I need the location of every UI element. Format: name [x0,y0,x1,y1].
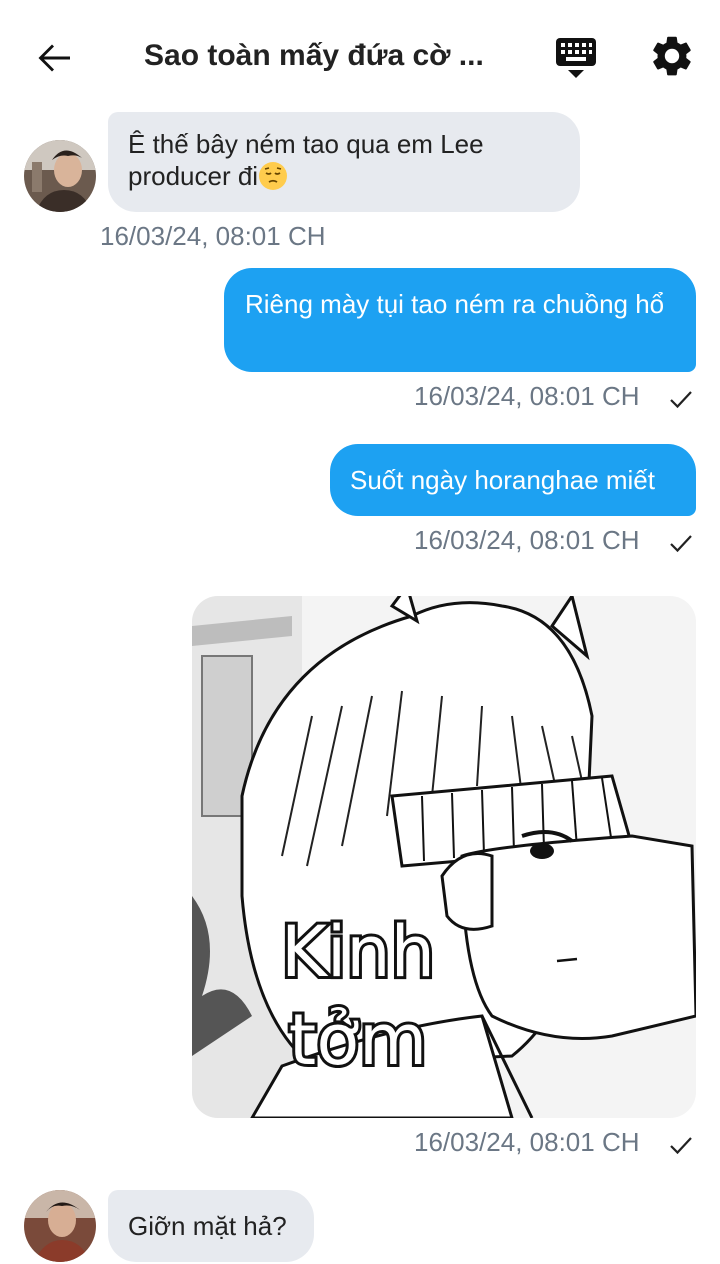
sent-check-icon [668,1132,694,1158]
conversation-title[interactable]: Sao toàn mấy đứa cờ ... [144,36,504,76]
sent-check-icon [668,386,694,412]
keyboard-button[interactable] [552,34,600,82]
pensive-face-icon [258,161,288,191]
chat-header: Sao toàn mấy đứa cờ ... [0,0,720,112]
gear-icon [653,36,691,76]
image-caption-line2: tởm [289,999,427,1081]
avatar-photo [24,1190,96,1262]
message-bubble-outgoing[interactable]: Suốt ngày horanghae miết [330,444,696,516]
chat-screen: Sao toàn mấy đứa cờ ... Ê thế bây ném ta… [0,0,720,1264]
avatar[interactable] [24,1190,96,1262]
message-text: Giỡn mặt hả? [128,1211,287,1241]
message-timestamp: 16/03/24, 08:01 CH [414,525,640,555]
manga-meme-image: Kinh tởm [192,596,696,1118]
message-bubble-incoming[interactable]: Ê thế bây ném tao qua em Lee producer đi [108,112,580,212]
image-caption-line1: Kinh [281,911,435,993]
message-text: Suốt ngày horanghae miết [350,465,655,495]
sent-check-icon [668,530,694,556]
avatar[interactable] [24,140,96,212]
message-bubble-incoming[interactable]: Giỡn mặt hả? [108,1190,314,1262]
message-text: Ê thế bây ném tao qua em Lee producer đi [128,129,484,191]
avatar-photo [24,140,96,212]
back-button[interactable] [30,34,78,82]
keyboard-icon [556,38,596,78]
settings-button[interactable] [648,32,696,80]
arrow-left-icon [38,44,70,72]
message-timestamp: 16/03/24, 08:01 CH [100,221,326,251]
message-text: Riêng mày tụi tao ném ra chuồng hổ [245,289,665,319]
message-timestamp: 16/03/24, 08:01 CH [414,1127,640,1157]
message-bubble-outgoing[interactable]: Riêng mày tụi tao ném ra chuồng hổ [224,268,696,372]
message-image[interactable]: Kinh tởm [192,596,696,1118]
message-timestamp: 16/03/24, 08:01 CH [414,381,640,411]
